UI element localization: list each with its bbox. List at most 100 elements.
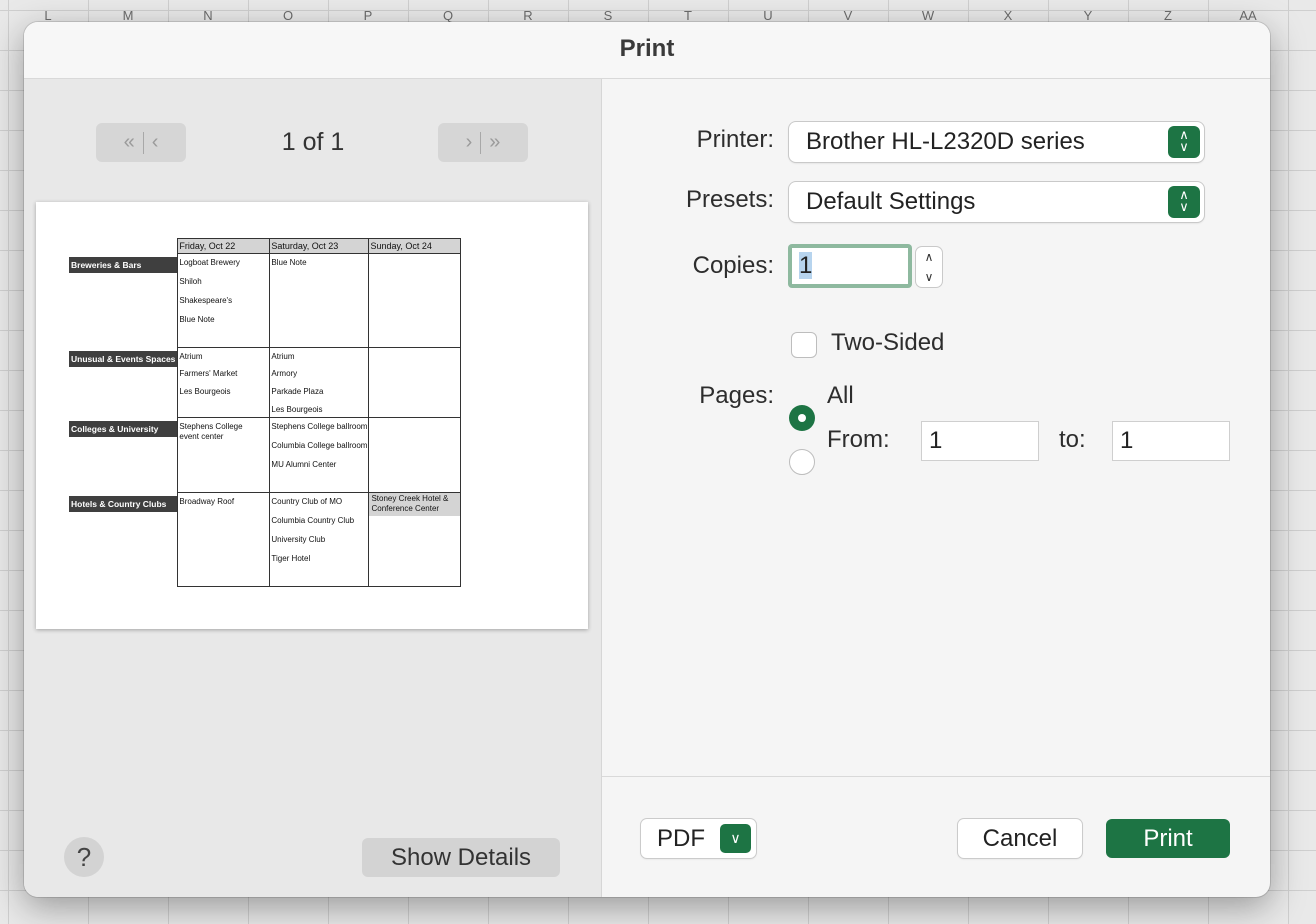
page-indicator: 1 of 1 — [281, 128, 345, 156]
column-header[interactable]: T — [668, 8, 708, 23]
venue-entry: Blue Note — [271, 258, 307, 267]
copies-label: Copies: — [692, 252, 774, 279]
copies-stepper[interactable]: ∧ ∨ — [916, 247, 942, 287]
pages-from-input[interactable]: 1 — [922, 422, 1038, 460]
venue-entry: Stoney Creek Hotel & Conference Center — [369, 493, 461, 516]
copies-value[interactable]: 1 — [799, 252, 813, 279]
show-details-button[interactable]: Show Details — [362, 838, 560, 877]
column-header[interactable]: AA — [1228, 8, 1268, 23]
venue-entry: Les Bourgeois — [179, 387, 231, 396]
help-button[interactable]: ? — [64, 837, 104, 877]
category-cell: Breweries & Bars — [69, 254, 178, 348]
category-label: Hotels & Country Clubs — [69, 495, 178, 512]
day-cell: Blue Note — [269, 253, 370, 348]
chevron-right-icon[interactable]: › — [466, 131, 473, 154]
pages-all-radio[interactable] — [789, 405, 815, 431]
day-cell — [368, 417, 462, 493]
category-cell: Hotels & Country Clubs — [69, 493, 178, 587]
venue-entry: Stephens College event center — [179, 422, 243, 441]
chevron-down-icon[interactable]: ∨ — [916, 267, 942, 287]
column-header[interactable]: L — [28, 8, 68, 23]
pages-from-label[interactable]: From: — [827, 426, 890, 454]
category-label: Unusual & Events Spaces — [69, 350, 178, 367]
chevron-up-icon[interactable]: ∧ — [916, 247, 942, 267]
category-cell: Colleges & University — [69, 418, 178, 493]
presets-value: Default Settings — [806, 188, 976, 215]
up-down-chevron-icon: ∧ ∨ — [1168, 186, 1200, 218]
sheet-row: Hotels & Country Clubs Broadway Roof Cou… — [69, 492, 462, 587]
column-header[interactable]: Z — [1148, 8, 1188, 23]
preview-footer: ? Show Details — [24, 777, 601, 897]
column-header[interactable]: Q — [428, 8, 468, 23]
settings-pane: Printer: Brother HL-L2320D series ∧ ∨ Pre… — [602, 79, 1270, 897]
venue-entry: Shiloh — [179, 277, 202, 286]
venue-entry: University Club — [271, 535, 326, 544]
spreadsheet-column-headers: L M N O P Q R S T U V W X Y Z AA — [0, 0, 1316, 23]
day-cell: Logboat Brewery Shiloh Shakespeare's Blu… — [177, 253, 271, 348]
day-header: Friday, Oct 22 — [177, 238, 271, 254]
copies-field[interactable]: 1 — [788, 244, 912, 288]
pdf-menu-button[interactable]: PDF ∨ — [641, 819, 756, 858]
pages-all-label[interactable]: All — [827, 382, 854, 410]
venue-entry: Les Bourgeois — [271, 405, 323, 414]
sheet-row: Colleges & University Stephens College e… — [69, 417, 462, 493]
venue-entry: Columbia Country Club — [271, 516, 355, 525]
divider — [480, 131, 482, 154]
print-button[interactable]: Print — [1106, 819, 1230, 858]
column-header[interactable]: Y — [1068, 8, 1108, 23]
double-chevron-left-icon[interactable]: « — [124, 131, 135, 154]
preview-first-prev-buttons[interactable]: « ‹ — [96, 123, 186, 162]
sheet-row: Breweries & Bars Logboat Brewery Shiloh … — [69, 253, 462, 348]
venue-entry: Country Club of MO — [271, 497, 343, 506]
venue-entry: Atrium — [271, 352, 295, 361]
dialog-title: Print — [24, 22, 1270, 79]
two-sided-label[interactable]: Two-Sided — [831, 329, 944, 357]
day-cell — [368, 253, 462, 348]
presets-popup[interactable]: Default Settings ∧ ∨ — [789, 182, 1204, 222]
presets-label: Presets: — [685, 186, 774, 213]
chevron-down-icon: ∨ — [720, 824, 751, 853]
pages-label: Pages: — [699, 382, 774, 409]
day-cell — [368, 347, 462, 418]
pages-from-radio[interactable] — [789, 449, 815, 475]
up-down-chevron-icon: ∧ ∨ — [1168, 126, 1200, 158]
column-header[interactable]: V — [828, 8, 868, 23]
column-header[interactable]: N — [188, 8, 228, 23]
column-header[interactable]: S — [588, 8, 628, 23]
print-dialog: Print « ‹ 1 of 1 › » Friday, Oct 22 Satu… — [24, 22, 1270, 897]
column-header[interactable]: X — [988, 8, 1028, 23]
printer-value: Brother HL-L2320D series — [806, 128, 1085, 155]
venue-entry: Logboat Brewery — [179, 258, 240, 267]
venue-entry: Columbia College ballroom — [271, 441, 368, 450]
day-header: Saturday, Oct 23 — [269, 238, 370, 254]
venue-entry: Shakespeare's — [179, 296, 233, 305]
sheet-row: Unusual & Events Spaces Atrium Farmers' … — [69, 347, 462, 418]
day-cell: Atrium Armory Parkade Plaza Les Bourgeoi… — [269, 347, 370, 418]
day-cell: Atrium Farmers' Market Les Bourgeois — [177, 347, 271, 418]
venue-entry: Farmers' Market — [179, 369, 238, 378]
category-cell: Unusual & Events Spaces — [69, 348, 178, 418]
preview-next-last-buttons[interactable]: › » — [438, 123, 528, 162]
cancel-button[interactable]: Cancel — [958, 819, 1082, 858]
column-header[interactable]: W — [908, 8, 948, 23]
pdf-label: PDF — [657, 825, 705, 852]
day-cell: Country Club of MO Columbia Country Club… — [269, 492, 370, 587]
pages-to-input[interactable]: 1 — [1113, 422, 1229, 460]
category-label: Breweries & Bars — [69, 256, 178, 273]
dialog-footer: PDF ∨ Cancel Print — [602, 776, 1270, 897]
column-header[interactable]: P — [348, 8, 388, 23]
column-header[interactable]: R — [508, 8, 548, 23]
day-header: Sunday, Oct 24 — [368, 238, 462, 254]
column-header[interactable]: U — [748, 8, 788, 23]
venue-entry: Blue Note — [179, 315, 215, 324]
preview-pane: « ‹ 1 of 1 › » Friday, Oct 22 Saturday, … — [24, 79, 602, 897]
category-label: Colleges & University — [69, 420, 178, 437]
day-cell: Stephens College ballroom Columbia Colle… — [269, 417, 370, 493]
double-chevron-right-icon[interactable]: » — [489, 131, 500, 154]
two-sided-checkbox[interactable] — [791, 332, 817, 358]
column-header[interactable]: M — [108, 8, 148, 23]
column-header[interactable]: O — [268, 8, 308, 23]
printer-popup[interactable]: Brother HL-L2320D series ∧ ∨ — [789, 122, 1204, 162]
venue-entry: Broadway Roof — [179, 497, 235, 506]
chevron-left-icon[interactable]: ‹ — [152, 131, 159, 154]
